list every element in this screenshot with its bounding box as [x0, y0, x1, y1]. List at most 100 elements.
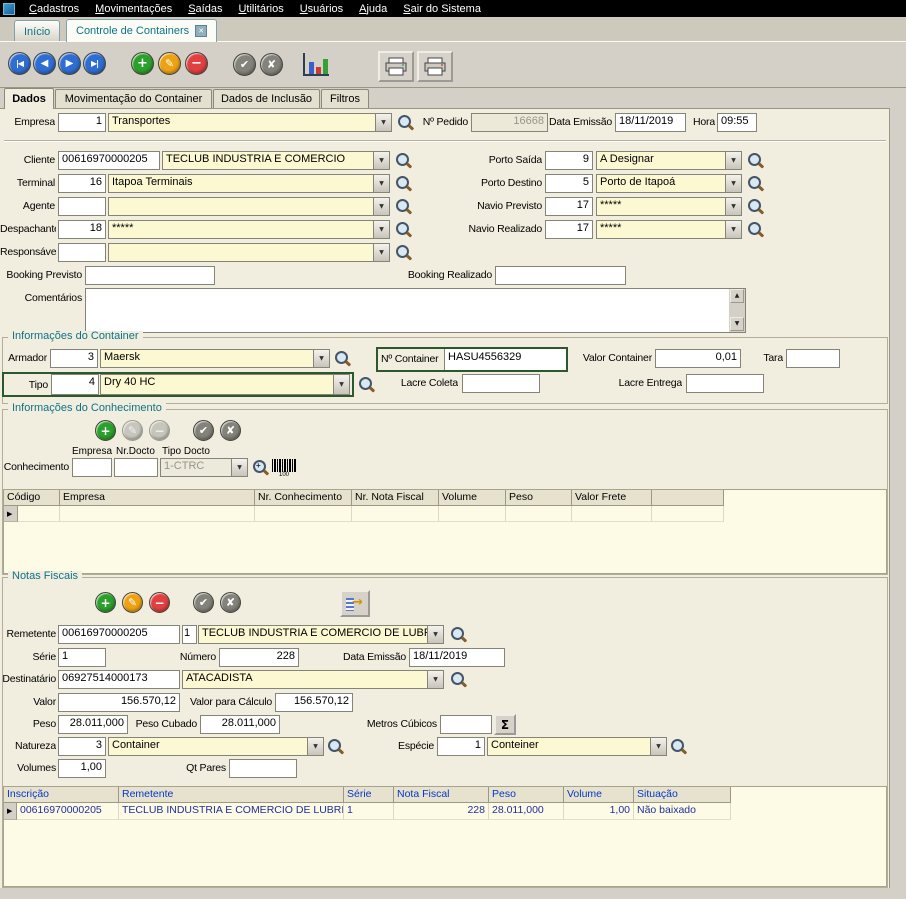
valor-field[interactable]: 156.570,12 — [58, 693, 180, 712]
menu-cadastros[interactable]: Cadastros — [21, 3, 87, 15]
remetente-code-field[interactable]: 00616970000205 — [58, 625, 180, 644]
nav-next-button[interactable]: ▶ — [58, 52, 81, 75]
armador-combobox[interactable]: Maersk — [100, 349, 330, 368]
chevron-down-icon[interactable] — [307, 738, 323, 755]
close-tab-icon[interactable]: ✕ — [195, 25, 208, 37]
tab-controle-containers[interactable]: Controle de Containers ✕ — [66, 19, 218, 42]
agente-code-field[interactable] — [58, 197, 106, 216]
empresa-search-icon[interactable] — [397, 114, 414, 131]
nota-data-emissao-field[interactable]: 18/11/2019 — [409, 648, 505, 667]
conhecimento-empresa-field[interactable] — [72, 458, 112, 477]
porto-destino-code-field[interactable]: 5 — [545, 174, 593, 193]
booking-previsto-field[interactable] — [85, 266, 215, 285]
conhecimento-zoom-icon[interactable]: + — [252, 459, 269, 476]
numero-container-field[interactable]: HASU4556329 — [444, 349, 566, 370]
chevron-down-icon[interactable] — [725, 152, 741, 169]
nav-first-button[interactable]: |◀ — [8, 52, 31, 75]
numero-field[interactable]: 228 — [219, 648, 299, 667]
cell-situacao[interactable]: Não baixado — [634, 803, 731, 820]
menu-utilitarios[interactable]: Utilitários — [230, 3, 291, 15]
nota-delete-button[interactable]: − — [149, 592, 170, 613]
cell-nota-fiscal[interactable]: 228 — [394, 803, 489, 820]
menu-sair[interactable]: Sair do Sistema — [395, 3, 489, 15]
nota-confirm-button[interactable]: ✔ — [193, 592, 214, 613]
nav-prev-button[interactable]: ◀ — [33, 52, 56, 75]
bar-chart-icon[interactable] — [303, 53, 329, 76]
porto-saida-search-icon[interactable] — [747, 152, 764, 169]
tab-filtros[interactable]: Filtros — [321, 89, 369, 108]
peso-field[interactable]: 28.011,000 — [58, 715, 128, 734]
agente-combobox[interactable] — [108, 197, 390, 216]
chevron-down-icon[interactable] — [650, 738, 666, 755]
conhecimento-nr-docto-field[interactable] — [114, 458, 158, 477]
delete-record-button[interactable]: − — [185, 52, 208, 75]
navio-realizado-code-field[interactable]: 17 — [545, 220, 593, 239]
chevron-down-icon[interactable] — [333, 375, 349, 394]
chevron-down-icon[interactable] — [373, 221, 389, 238]
nota-cancel-button[interactable]: ✘ — [220, 592, 241, 613]
menu-movimentacoes[interactable]: Movimentações — [87, 3, 180, 15]
destinatario-combobox[interactable]: ATACADISTA — [182, 670, 444, 689]
print-button[interactable] — [378, 51, 414, 82]
peso-cubado-field[interactable]: 28.011,000 — [200, 715, 280, 734]
navio-previsto-combobox[interactable]: ***** — [596, 197, 742, 216]
navio-realizado-combobox[interactable]: ***** — [596, 220, 742, 239]
despachante-combobox[interactable]: ***** — [108, 220, 390, 239]
booking-realizado-field[interactable] — [495, 266, 626, 285]
agente-search-icon[interactable] — [395, 198, 412, 215]
empresa-code-field[interactable]: 1 — [58, 113, 106, 132]
tab-movimentacao-container[interactable]: Movimentação do Container — [55, 89, 212, 108]
cliente-combobox[interactable]: TECLUB INDUSTRIA E COMERCIO — [162, 151, 390, 170]
empresa-combobox[interactable]: Transportes — [108, 113, 392, 132]
cell-serie[interactable]: 1 — [344, 803, 394, 820]
tab-dados-inclusao[interactable]: Dados de Inclusão — [213, 89, 320, 108]
chevron-down-icon[interactable] — [373, 244, 389, 261]
chevron-down-icon[interactable] — [725, 221, 741, 238]
destinatario-search-icon[interactable] — [450, 671, 467, 688]
cell-volume[interactable]: 1,00 — [564, 803, 634, 820]
chevron-down-icon[interactable] — [373, 152, 389, 169]
transfer-button[interactable]: → — [340, 590, 370, 617]
add-record-button[interactable]: + — [131, 52, 154, 75]
hora-field[interactable]: 09:55 — [717, 113, 757, 132]
especie-combobox[interactable]: Conteiner — [487, 737, 667, 756]
porto-destino-search-icon[interactable] — [747, 175, 764, 192]
porto-destino-combobox[interactable]: Porto de Itapoá — [596, 174, 742, 193]
chevron-down-icon[interactable] — [313, 350, 329, 367]
comentarios-textarea[interactable] — [85, 288, 746, 333]
data-emissao-field[interactable]: 18/11/2019 — [615, 113, 686, 132]
metros-cubicos-field[interactable] — [440, 715, 492, 734]
menu-saidas[interactable]: Saídas — [180, 3, 230, 15]
responsavel-code-field[interactable] — [58, 243, 106, 262]
volumes-field[interactable]: 1,00 — [58, 759, 106, 778]
scroll-down-icon[interactable] — [730, 317, 744, 331]
nota-add-button[interactable]: + — [95, 592, 116, 613]
armador-code-field[interactable]: 3 — [50, 349, 98, 368]
porto-saida-combobox[interactable]: A Designar — [596, 151, 742, 170]
especie-search-icon[interactable] — [670, 738, 687, 755]
natureza-code-field[interactable]: 3 — [58, 737, 106, 756]
despachante-search-icon[interactable] — [395, 221, 412, 238]
conhecimento-add-button[interactable]: + — [95, 420, 116, 441]
lacre-coleta-field[interactable] — [462, 374, 540, 393]
chevron-down-icon[interactable] — [375, 114, 391, 131]
remetente-search-icon[interactable] — [450, 626, 467, 643]
menu-ajuda[interactable]: Ajuda — [351, 3, 395, 15]
tab-inicio[interactable]: Início — [14, 20, 61, 42]
serie-field[interactable]: 1 — [58, 648, 106, 667]
chevron-down-icon[interactable] — [373, 198, 389, 215]
responsavel-combobox[interactable] — [108, 243, 390, 262]
tipo-search-icon[interactable] — [358, 376, 375, 393]
cliente-code-field[interactable]: 00616970000205 — [58, 151, 160, 170]
tipo-combobox[interactable]: Dry 40 HC — [100, 374, 350, 395]
cell-remetente[interactable]: TECLUB INDUSTRIA E COMERCIO DE LUBRIF — [119, 803, 344, 820]
chevron-down-icon[interactable] — [427, 671, 443, 688]
conhecimento-confirm-button[interactable]: ✔ — [193, 420, 214, 441]
tipo-code-field[interactable]: 4 — [51, 374, 99, 395]
tab-dados[interactable]: Dados — [4, 88, 54, 109]
nota-edit-button[interactable]: ✎ — [122, 592, 143, 613]
remetente-seq-field[interactable]: 1 — [182, 625, 197, 644]
menu-usuarios[interactable]: Usuários — [292, 3, 351, 15]
navio-realizado-search-icon[interactable] — [747, 221, 764, 238]
terminal-code-field[interactable]: 16 — [58, 174, 106, 193]
